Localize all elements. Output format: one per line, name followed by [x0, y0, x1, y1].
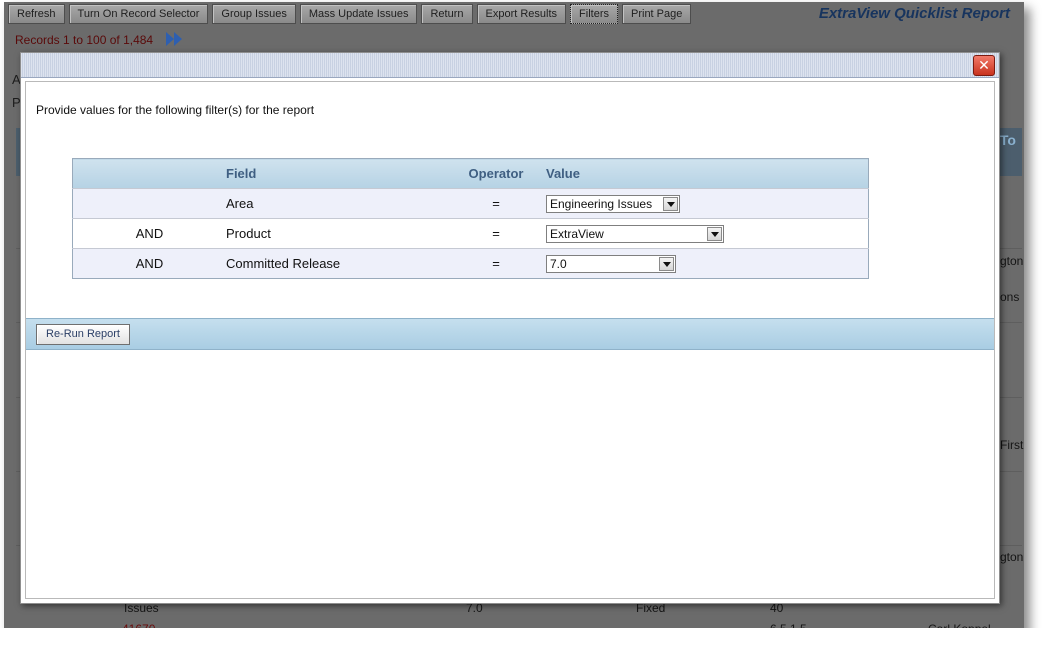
filters-button[interactable]: Filters	[570, 4, 618, 24]
bg-fragment: ons	[1000, 290, 1020, 304]
filter-operator: =	[446, 248, 546, 279]
filter-field: Product	[226, 218, 446, 249]
export-results-button[interactable]: Export Results	[476, 4, 567, 24]
value-header: Value	[546, 158, 869, 189]
chevron-down-icon[interactable]	[663, 196, 678, 211]
records-count: Records 1 to 100 of 1,484	[15, 33, 154, 47]
bg-fragment: gton	[1000, 254, 1024, 268]
product-select-value: ExtraView	[550, 226, 604, 241]
toolbar: Refresh Turn On Record Selector Group Is…	[8, 4, 692, 26]
group-issues-button[interactable]: Group Issues	[212, 4, 296, 24]
bg-fragment: First	[1000, 438, 1024, 452]
torn-edge	[0, 628, 1042, 650]
filter-operator: =	[446, 188, 546, 219]
dialog-action-bar: Re-Run Report	[26, 318, 994, 350]
refresh-button[interactable]: Refresh	[8, 4, 65, 24]
mass-update-button[interactable]: Mass Update Issues	[299, 4, 418, 24]
filter-join: AND	[72, 248, 226, 279]
operator-header: Operator	[446, 158, 546, 189]
filter-row: AND Product = ExtraView	[72, 218, 869, 249]
filter-field: Area	[226, 188, 446, 219]
filter-row: Area = Engineering Issues	[72, 188, 869, 219]
release-select-value: 7.0	[550, 256, 567, 271]
filter-dialog: ✕ Provide values for the following filte…	[20, 52, 1000, 604]
filter-join	[72, 188, 226, 219]
filter-table: Field Operator Value Area = Engineering …	[72, 158, 869, 279]
close-icon[interactable]: ✕	[973, 55, 995, 76]
release-select[interactable]: 7.0	[546, 254, 676, 273]
filter-operator: =	[446, 218, 546, 249]
print-page-button[interactable]: Print Page	[622, 4, 692, 24]
app-title: ExtraView Quicklist Report	[818, 5, 1010, 22]
record-selector-button[interactable]: Turn On Record Selector	[68, 4, 209, 24]
area-select[interactable]: Engineering Issues	[546, 194, 680, 213]
bg-fragment: gton	[1000, 550, 1024, 564]
chevron-down-icon[interactable]	[659, 256, 674, 271]
filter-field: Committed Release	[226, 248, 446, 279]
filter-row: AND Committed Release = 7.0	[72, 248, 869, 279]
rerun-report-button[interactable]: Re-Run Report	[36, 324, 130, 345]
chevron-down-icon[interactable]	[707, 226, 722, 241]
field-header: Field	[226, 158, 446, 189]
double-arrow-right-icon[interactable]	[166, 32, 184, 46]
product-select[interactable]: ExtraView	[546, 224, 724, 243]
return-button[interactable]: Return	[421, 4, 473, 24]
filter-table-header: Field Operator Value	[72, 158, 869, 189]
dialog-body: Provide values for the following filter(…	[25, 81, 995, 599]
join-header	[72, 158, 226, 189]
dialog-intro-text: Provide values for the following filter(…	[36, 103, 315, 117]
dialog-titlebar[interactable]: ✕	[21, 53, 999, 78]
filter-join: AND	[72, 218, 226, 249]
bg-band-text: To	[999, 132, 1016, 148]
area-select-value: Engineering Issues	[550, 196, 653, 211]
